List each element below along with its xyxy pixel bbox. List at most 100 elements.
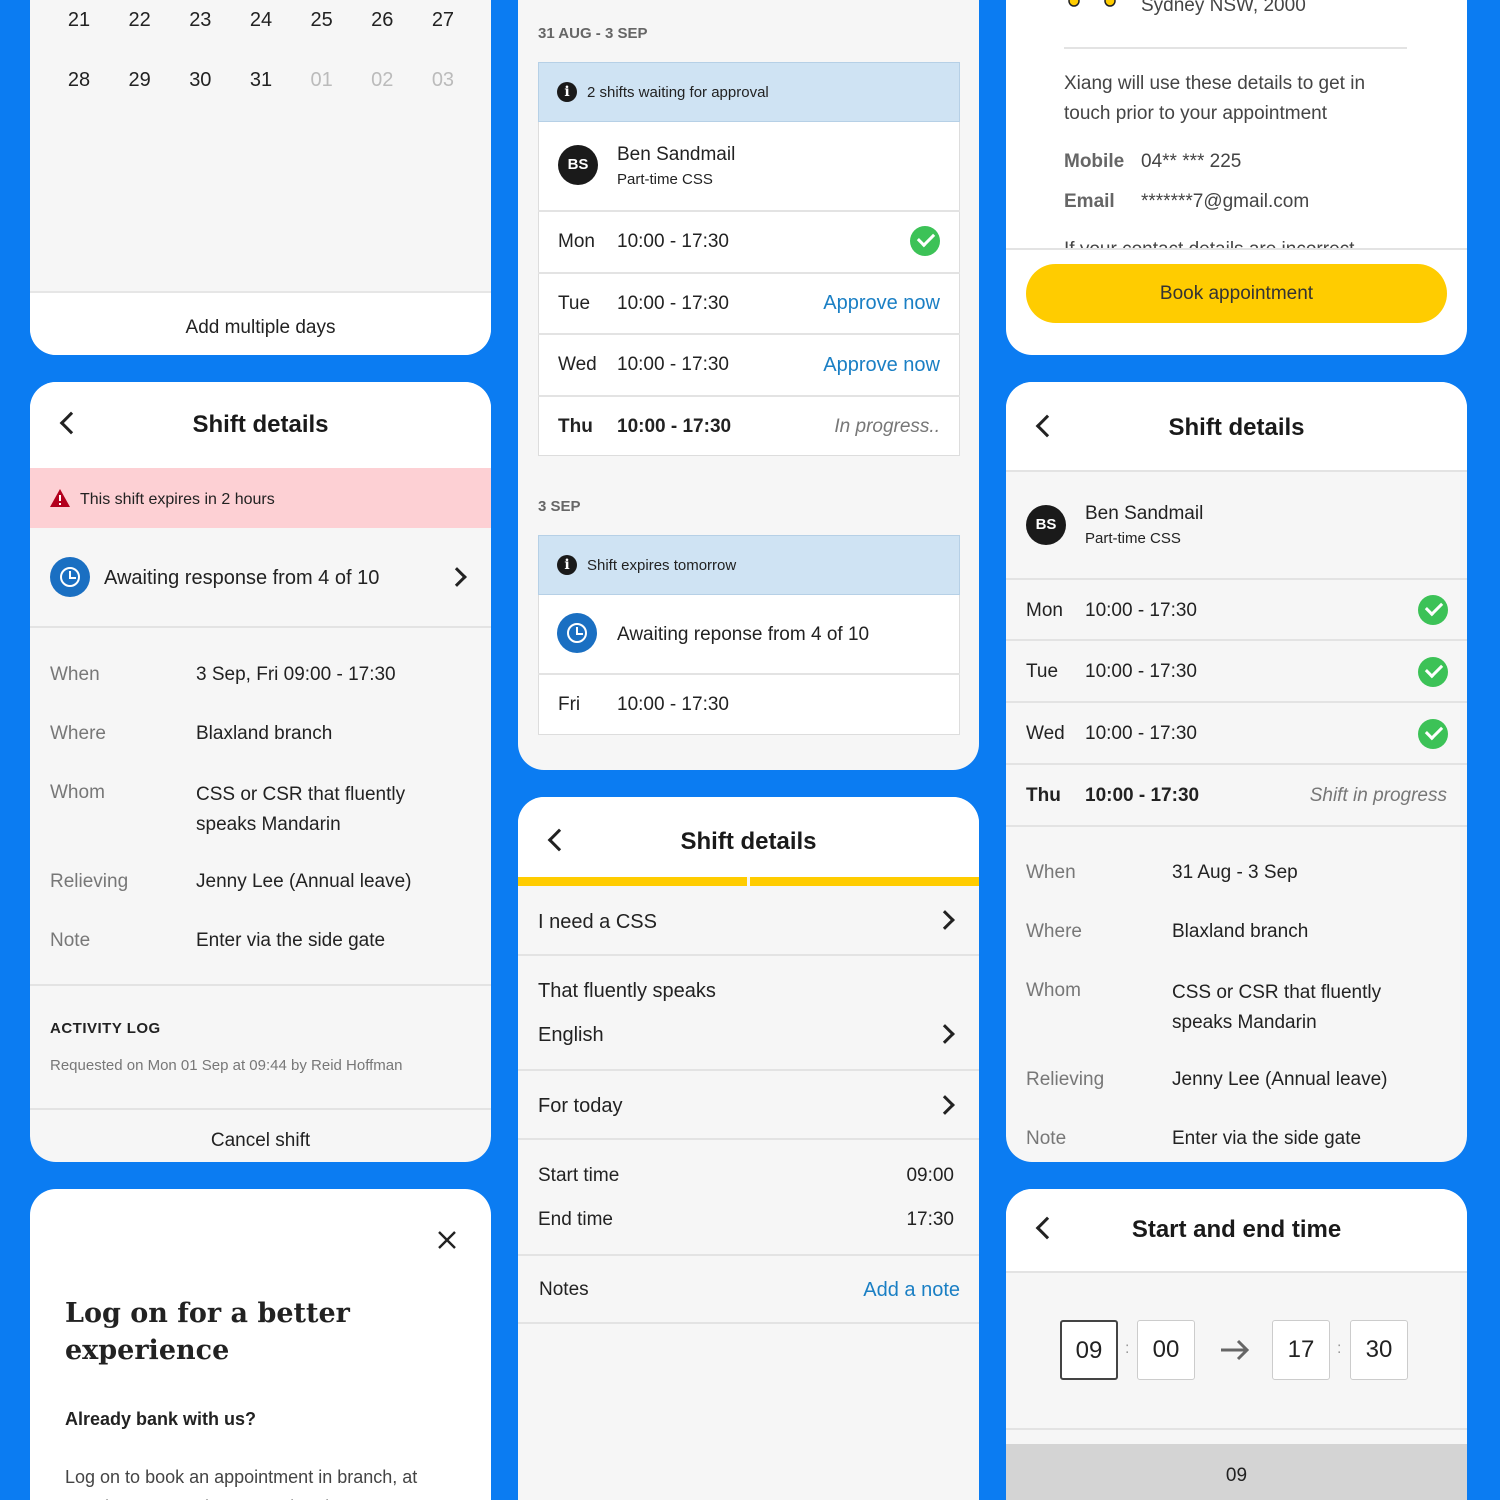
shift-status: In progress.. [834, 416, 940, 437]
calendar-day[interactable]: 29 [110, 69, 170, 92]
detail-label: Where [50, 723, 106, 744]
close-icon[interactable] [438, 1231, 456, 1249]
shift-time: 10:00 - 17:30 [1085, 723, 1197, 744]
calendar-day[interactable]: 23 [170, 9, 230, 32]
awaiting-response-link[interactable]: Awaiting response from 4 of 10 [104, 567, 379, 590]
chevron-right-icon[interactable] [935, 1095, 955, 1115]
shift-time: 10:00 - 17:30 [617, 231, 729, 252]
address-line: Sydney NSW, 2000 [1141, 0, 1306, 16]
language-value[interactable]: English [538, 1024, 604, 1047]
calendar-day[interactable]: 28 [49, 69, 109, 92]
wheel-selected-value[interactable]: 09 [1006, 1465, 1467, 1487]
calendar-day[interactable]: 22 [110, 9, 170, 32]
shift-day: Wed [558, 354, 597, 375]
divider [1006, 1271, 1467, 1273]
detail-value: Blaxland branch [196, 723, 333, 744]
divider [1006, 825, 1467, 827]
calendar-day[interactable]: 30 [170, 69, 230, 92]
person-name: Ben Sandmail [617, 144, 736, 165]
divider [30, 984, 491, 986]
detail-label: Relieving [1026, 1069, 1105, 1090]
shift-time: 10:00 - 17:30 [1085, 661, 1197, 682]
shift-time: 10:00 - 17:30 [617, 293, 729, 314]
start-time-label: Start time [538, 1165, 620, 1186]
calendar-row-2: 28 29 30 31 01 02 03 [49, 69, 473, 92]
calendar-row-1: 21 22 23 24 25 26 27 [49, 9, 473, 32]
calendar-day-next-month: 03 [431, 69, 455, 91]
divider [1064, 47, 1407, 49]
awaiting-response-text[interactable]: Awaiting reponse from 4 of 10 [617, 624, 869, 646]
contact-cutoff-clip: If your contact details are incorrect [1064, 240, 1404, 248]
chevron-right-icon[interactable] [447, 567, 467, 587]
login-body: Log on to book an appointment in branch,… [65, 1467, 418, 1500]
progress-step-2 [750, 877, 979, 886]
calendar-day[interactable]: 25 [292, 9, 352, 32]
divider [30, 1108, 491, 1110]
detail-label: Where [1026, 921, 1082, 942]
notes-label: Notes [539, 1279, 589, 1300]
end-time-value[interactable]: 17:30 [906, 1209, 954, 1231]
check-icon [1418, 657, 1448, 687]
email-label: Email [1064, 191, 1115, 212]
login-title: Log on for a better experience [65, 1298, 350, 1366]
activity-log-heading: ACTIVITY LOG [50, 1020, 161, 1037]
shift-day: Mon [1026, 600, 1063, 621]
start-hour-input[interactable]: 09 [1060, 1320, 1118, 1380]
date-range-heading: 31 AUG - 3 SEP [538, 25, 648, 42]
add-multiple-days-button[interactable]: Add multiple days [30, 317, 491, 339]
detail-value: Jenny Lee (Annual leave) [1172, 1069, 1388, 1090]
divider [1006, 578, 1467, 580]
chevron-right-icon[interactable] [935, 1024, 955, 1044]
book-appointment-label: Book appointment [1159, 283, 1314, 304]
end-minute-input[interactable]: 30 [1350, 1320, 1408, 1380]
expiry-alert-text: This shift expires in 2 hours [80, 491, 275, 508]
divider [1006, 470, 1467, 472]
time-picker-card: Start and end time 09 : 00 17 : 30 09 [1006, 1189, 1467, 1500]
info-icon: i [557, 82, 577, 102]
end-hour-input[interactable]: 17 [1272, 1320, 1330, 1380]
start-minute-input[interactable]: 00 [1137, 1320, 1195, 1380]
divider [518, 1254, 979, 1256]
divider [1006, 763, 1467, 765]
page-title: Shift details [1168, 414, 1305, 441]
check-icon [1418, 719, 1448, 749]
detail-value: CSS or CSR that fluently speaks Mandarin [196, 784, 406, 835]
divider [518, 1138, 979, 1140]
start-time-value[interactable]: 09:00 [906, 1165, 954, 1187]
detail-label: When [50, 664, 100, 685]
divider [1006, 639, 1467, 641]
detail-value: Enter via the side gate [1172, 1128, 1362, 1149]
contact-note: Xiang will use these details to get in t… [1064, 73, 1366, 124]
detail-value: 31 Aug - 3 Sep [1172, 862, 1298, 883]
shift-day: Tue [1026, 661, 1059, 682]
add-note-link[interactable]: Add a note [863, 1279, 960, 1302]
need-role-item[interactable]: I need a CSS [538, 911, 657, 934]
language-label: That fluently speaks [538, 980, 716, 1002]
divider [538, 272, 960, 274]
shift-day: Tue [558, 293, 591, 314]
calendar-day[interactable]: 24 [231, 9, 291, 32]
detail-value: 3 Sep, Fri 09:00 - 17:30 [196, 664, 396, 685]
calendar-day-next-month: 02 [371, 69, 394, 91]
clock-icon [557, 613, 597, 653]
divider [538, 673, 960, 675]
shift-status: Shift in progress [1309, 785, 1447, 806]
shift-time: 10:00 - 17:30 [617, 354, 729, 375]
check-icon [1418, 595, 1448, 625]
calendar-day[interactable]: 31 [231, 69, 291, 92]
calendar-day[interactable]: 26 [352, 9, 412, 32]
detail-value: CSS or CSR that fluently speaks Mandarin [1172, 982, 1382, 1033]
chevron-right-icon[interactable] [935, 910, 955, 930]
date-item[interactable]: For today [538, 1095, 622, 1118]
progress-step-1 [518, 877, 747, 886]
approve-now-link[interactable]: Approve now [823, 292, 940, 315]
calendar-day[interactable]: 21 [49, 9, 109, 32]
shift-time: 10:00 - 17:30 [617, 694, 729, 715]
mobile-value: 04** *** 225 [1141, 151, 1242, 172]
detail-label: Relieving [50, 871, 129, 892]
divider [518, 954, 979, 956]
calendar-day[interactable]: 27 [413, 9, 473, 32]
cancel-shift-button[interactable]: Cancel shift [30, 1130, 491, 1152]
approve-now-link[interactable]: Approve now [823, 354, 940, 377]
page-title: Start and end time [1131, 1216, 1342, 1243]
